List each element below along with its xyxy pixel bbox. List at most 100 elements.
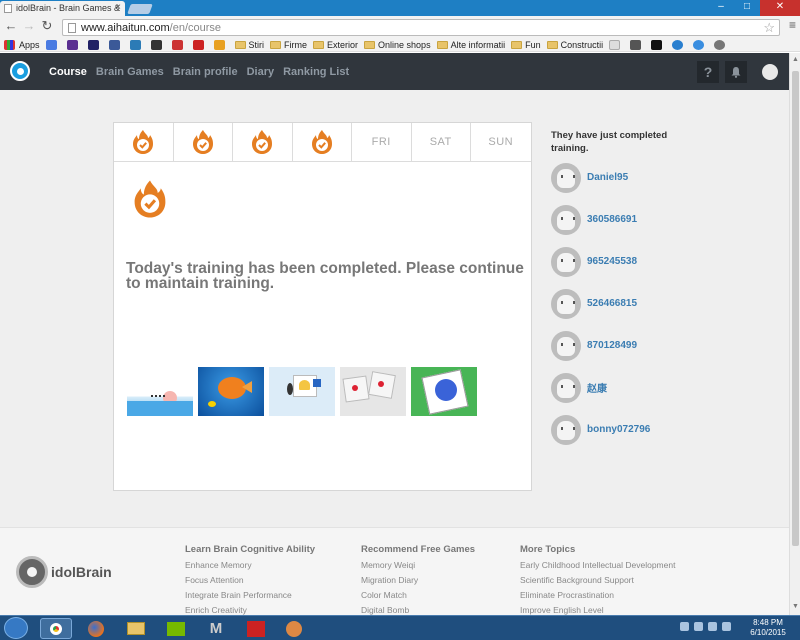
browser-tab[interactable]: idolBrain - Brain Games & × xyxy=(0,1,125,16)
maximize-icon[interactable]: □ xyxy=(734,0,760,16)
bookmark-apps[interactable]: Apps xyxy=(4,39,40,50)
nav-course[interactable]: Course xyxy=(49,66,87,78)
footer-link[interactable]: Digital Bomb xyxy=(361,605,475,615)
reload-icon[interactable]: ↻ xyxy=(40,19,54,33)
bookmark-folder[interactable]: Fun xyxy=(511,40,541,50)
footer-link[interactable]: Scientific Background Support xyxy=(520,575,675,585)
game-thumbnail-fish[interactable] xyxy=(198,367,264,416)
nav-brain-profile[interactable]: Brain profile xyxy=(173,66,238,78)
username[interactable]: 360586691 xyxy=(587,214,637,225)
username[interactable]: 870128499 xyxy=(587,340,637,351)
scroll-down-arrow-icon[interactable]: ▼ xyxy=(791,603,800,613)
url-domain: www.aihaitun.com xyxy=(81,22,170,34)
bookmark-folder[interactable]: Constructii xyxy=(546,40,603,50)
nav-ranking-list[interactable]: Ranking List xyxy=(283,66,349,78)
bookmark-folder[interactable]: Online shops xyxy=(364,40,431,50)
firefox-taskbar-icon[interactable] xyxy=(80,618,112,639)
back-arrow-icon[interactable]: ← xyxy=(4,19,18,33)
site-icon[interactable] xyxy=(192,39,204,50)
tray-icon[interactable] xyxy=(694,622,703,631)
site-icon[interactable] xyxy=(129,39,141,50)
bookmark-folder[interactable]: Exterior xyxy=(313,40,358,50)
nvidia-taskbar-icon[interactable] xyxy=(160,618,192,639)
site-icon[interactable] xyxy=(693,39,705,50)
username[interactable]: 526466815 xyxy=(587,298,637,309)
windows-taskbar: M 8:48 PM 6/10/2015 xyxy=(0,615,800,640)
facebook-icon[interactable] xyxy=(108,39,120,50)
list-item[interactable]: Daniel95 xyxy=(551,162,650,193)
chrome-taskbar-icon[interactable] xyxy=(40,618,72,639)
yahoo-icon[interactable] xyxy=(66,39,78,50)
new-tab-button[interactable] xyxy=(127,4,153,14)
scrollbar-thumb[interactable] xyxy=(792,71,799,546)
idolbrain-logo-icon[interactable] xyxy=(10,61,30,81)
bookmark-folder[interactable]: Alte informatii xyxy=(436,40,505,50)
footer-column-learn: Learn Brain Cognitive Ability Enhance Me… xyxy=(185,544,315,620)
site-icon[interactable] xyxy=(714,39,726,50)
help-button[interactable]: ? xyxy=(697,61,719,83)
list-item[interactable]: 赵康 xyxy=(551,372,650,403)
taskbar-clock[interactable]: 8:48 PM 6/10/2015 xyxy=(748,618,788,638)
site-icon[interactable] xyxy=(171,39,183,50)
footer-link[interactable]: Integrate Brain Performance xyxy=(185,590,315,600)
footer-link[interactable]: Enhance Memory xyxy=(185,560,315,570)
username[interactable]: 赵康 xyxy=(587,380,607,395)
site-icon[interactable] xyxy=(630,39,642,50)
list-item[interactable]: bonny072796 xyxy=(551,414,650,445)
list-item[interactable]: 965245538 xyxy=(551,246,650,277)
app-taskbar-icon[interactable] xyxy=(278,618,310,639)
notification-bell-icon[interactable] xyxy=(725,61,747,83)
list-item[interactable]: 526466815 xyxy=(551,288,650,319)
list-item[interactable]: 870128499 xyxy=(551,330,650,361)
bookmark-star-icon[interactable]: ☆ xyxy=(763,20,775,36)
footer-link[interactable]: Focus Attention xyxy=(185,575,315,585)
app-taskbar-icon[interactable] xyxy=(240,618,272,639)
bookmark-folder[interactable]: Firme xyxy=(270,40,307,50)
file-explorer-taskbar-icon[interactable] xyxy=(120,618,152,639)
address-bar[interactable]: www.aihaitun.com/en/course ☆ xyxy=(62,19,780,36)
game-thumbnail-cards[interactable] xyxy=(269,367,335,416)
page-scrollbar[interactable]: ▲ ▼ xyxy=(789,53,800,615)
footer-brand: idolBrain xyxy=(51,564,112,580)
footer-link[interactable]: Early Childhood Intellectual Development xyxy=(520,560,675,570)
username[interactable]: bonny072796 xyxy=(587,424,650,435)
game-thumbnail-circle[interactable] xyxy=(411,367,477,416)
site-icon[interactable] xyxy=(87,39,99,50)
tray-icon[interactable] xyxy=(680,622,689,631)
site-icon[interactable] xyxy=(672,39,684,50)
start-button[interactable] xyxy=(4,617,28,639)
footer-link[interactable]: Migration Diary xyxy=(361,575,475,585)
nav-diary[interactable]: Diary xyxy=(247,66,275,78)
site-icon[interactable] xyxy=(651,39,663,50)
scroll-up-arrow-icon[interactable]: ▲ xyxy=(791,56,800,66)
list-item[interactable]: 360586691 xyxy=(551,204,650,235)
window-close-icon[interactable]: ✕ xyxy=(760,0,800,16)
footer-column-title: Learn Brain Cognitive Ability xyxy=(185,544,316,555)
bookmark-folder[interactable]: Stiri xyxy=(234,40,264,50)
tab-close-icon[interactable]: × xyxy=(115,2,121,13)
footer-link[interactable]: Enrich Creativity xyxy=(185,605,315,615)
footer-link[interactable]: Improve English Level xyxy=(520,605,675,615)
site-icon[interactable] xyxy=(150,39,162,50)
user-avatar-icon xyxy=(551,414,581,445)
forward-arrow-icon[interactable]: → xyxy=(22,19,36,33)
footer-link[interactable]: Color Match xyxy=(361,590,475,600)
username[interactable]: Daniel95 xyxy=(587,172,628,183)
site-icon[interactable] xyxy=(213,39,225,50)
footer-link[interactable]: Eliminate Procrastination xyxy=(520,590,675,600)
username[interactable]: 965245538 xyxy=(587,256,637,267)
minimize-icon[interactable]: – xyxy=(708,0,734,16)
footer-logo[interactable]: idolBrain xyxy=(16,556,112,588)
volume-icon[interactable] xyxy=(722,622,731,631)
game-thumbnail-dice[interactable] xyxy=(340,367,406,416)
user-avatar[interactable] xyxy=(759,61,781,83)
page-icon[interactable] xyxy=(609,39,621,50)
tray-icon[interactable] xyxy=(708,622,717,631)
nav-brain-games[interactable]: Brain Games xyxy=(96,66,164,78)
game-thumbnail-sunrise[interactable] xyxy=(127,367,193,416)
m-app-taskbar-icon[interactable]: M xyxy=(200,618,232,639)
footer-link[interactable]: Memory Weiqi xyxy=(361,560,475,570)
google-icon[interactable] xyxy=(45,39,57,50)
chrome-menu-icon[interactable]: ≡ xyxy=(789,18,796,32)
folder-icon xyxy=(546,40,558,49)
